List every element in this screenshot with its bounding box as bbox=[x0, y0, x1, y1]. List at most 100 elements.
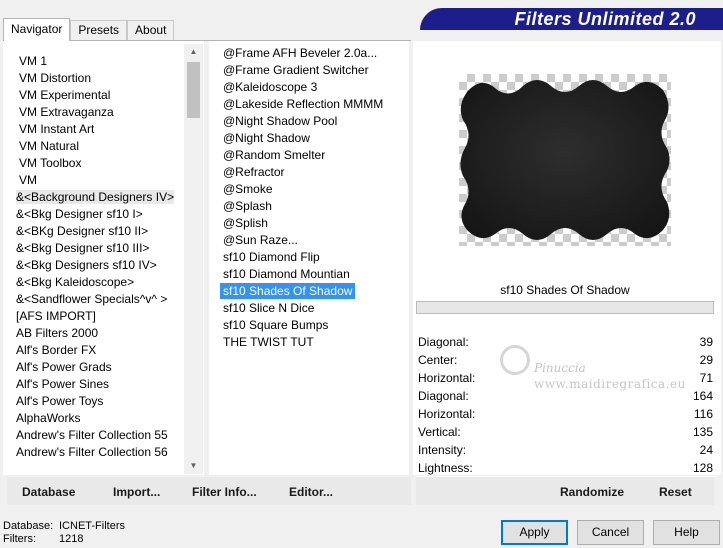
category-list-pane[interactable]: VM 1 VM Distortion VM Experimental VM Extra… bbox=[3, 41, 204, 475]
category-item[interactable]: Alf's Border FX bbox=[16, 342, 174, 359]
filter-item[interactable]: @Random Smelter bbox=[220, 147, 386, 164]
parameter-row[interactable]: Vertical: 135 bbox=[416, 423, 714, 441]
filter-item[interactable]: sf10 Diamond Mountian bbox=[220, 266, 386, 283]
category-item[interactable]: &<Bkg Designers sf10 IV> bbox=[16, 257, 174, 274]
database-button[interactable]: Database bbox=[22, 477, 75, 507]
parameter-row[interactable]: Horizontal: 71 bbox=[416, 369, 714, 387]
category-item[interactable]: VM bbox=[16, 172, 174, 189]
tab-navigator[interactable]: Navigator bbox=[3, 18, 71, 41]
cancel-button[interactable]: Cancel bbox=[577, 520, 644, 545]
editor-button[interactable]: Editor... bbox=[289, 477, 333, 507]
category-label: &<Sandflower Specials^v^ > bbox=[16, 292, 168, 306]
parameter-value[interactable]: 29 bbox=[700, 351, 713, 369]
filter-item[interactable]: @Refractor bbox=[220, 164, 386, 181]
category-item[interactable]: [AFS IMPORT] bbox=[16, 308, 174, 325]
category-label: &<Bkg Designer sf10 III> bbox=[16, 241, 150, 255]
parameter-row[interactable]: Diagonal: 164 bbox=[416, 387, 714, 405]
tab-about[interactable]: About bbox=[127, 20, 175, 41]
app-title: Filters Unlimited 2.0 bbox=[514, 9, 696, 29]
scroll-up-arrow-icon[interactable]: ▲ bbox=[184, 44, 203, 60]
category-item[interactable]: VM Toolbox bbox=[16, 155, 174, 172]
filter-list[interactable]: @Frame AFH Beveler 2.0a... @Frame Gradien… bbox=[220, 45, 386, 351]
category-item[interactable]: VM Experimental bbox=[16, 87, 174, 104]
reset-button[interactable]: Reset bbox=[659, 477, 692, 507]
filter-item[interactable]: @Night Shadow Pool bbox=[220, 113, 386, 130]
filter-item[interactable]: @Kaleidoscope 3 bbox=[220, 79, 386, 96]
category-item[interactable]: AB Filters 2000 bbox=[16, 325, 174, 342]
category-label: &<Bkg Designer sf10 I> bbox=[16, 207, 143, 221]
category-item[interactable]: VM Distortion bbox=[16, 70, 174, 87]
randomize-button[interactable]: Randomize bbox=[560, 477, 624, 507]
filter-item[interactable]: @Sun Raze... bbox=[220, 232, 386, 249]
category-label: VM Natural bbox=[19, 139, 80, 153]
status-database: Database: ICNET-Filters bbox=[3, 520, 125, 533]
filter-item[interactable]: THE TWIST TUT bbox=[220, 334, 386, 351]
parameter-row[interactable]: Center: 29 bbox=[416, 351, 714, 369]
category-item[interactable]: Alf's Power Toys bbox=[16, 393, 174, 410]
category-label: Andrew's Filter Collection 56 bbox=[16, 445, 168, 459]
filter-item[interactable]: @Lakeside Reflection MMMM bbox=[220, 96, 386, 113]
filter-item[interactable]: @Frame Gradient Switcher bbox=[220, 62, 386, 79]
navigator-button-bar: Database Import... Filter Info... Editor… bbox=[7, 477, 411, 505]
parameter-row[interactable]: Horizontal: 116 bbox=[416, 405, 714, 423]
parameter-label: Horizontal: bbox=[418, 371, 476, 385]
category-item[interactable]: VM Extravaganza bbox=[16, 104, 174, 121]
filter-item[interactable]: @Frame AFH Beveler 2.0a... bbox=[220, 45, 386, 62]
selected-filter-name: sf10 Shades Of Shadow bbox=[500, 283, 630, 297]
filter-item[interactable]: @Splash bbox=[220, 198, 386, 215]
parameter-value[interactable]: 135 bbox=[693, 423, 713, 441]
category-label: Alf's Border FX bbox=[16, 343, 97, 357]
filter-list-pane[interactable]: @Frame AFH Beveler 2.0a... @Frame Gradien… bbox=[209, 41, 409, 475]
import-button[interactable]: Import... bbox=[113, 477, 160, 507]
category-item[interactable]: Andrew's Filter Collection 56 bbox=[16, 444, 174, 461]
parameter-label: Center: bbox=[418, 353, 458, 367]
filter-item[interactable]: sf10 Square Bumps bbox=[220, 317, 386, 334]
parameter-label: Lightness: bbox=[418, 461, 473, 475]
filter-item[interactable]: @Smoke bbox=[220, 181, 386, 198]
apply-button[interactable]: Apply bbox=[501, 520, 568, 545]
scroll-thumb[interactable] bbox=[187, 62, 200, 118]
progress-bar bbox=[416, 301, 714, 314]
category-item[interactable]: VM 1 bbox=[16, 53, 174, 70]
category-item[interactable]: &<BKg Designer sf10 II> bbox=[16, 223, 174, 240]
parameter-label: Vertical: bbox=[418, 425, 461, 439]
category-label: &<Bkg Kaleidoscope> bbox=[16, 275, 135, 289]
filter-item[interactable]: sf10 Shades Of Shadow bbox=[220, 283, 386, 300]
parameter-value[interactable]: 128 bbox=[693, 459, 713, 477]
category-label: AB Filters 2000 bbox=[16, 326, 99, 340]
scroll-down-arrow-icon[interactable]: ▼ bbox=[184, 458, 203, 474]
filter-label: @Kaleidoscope 3 bbox=[223, 80, 318, 94]
filter-item[interactable]: sf10 Diamond Flip bbox=[220, 249, 386, 266]
filter-item[interactable]: sf10 Slice N Dice bbox=[220, 300, 386, 317]
category-item[interactable]: AlphaWorks bbox=[16, 410, 174, 427]
category-item[interactable]: Andrew's Filter Collection 55 bbox=[16, 427, 174, 444]
filter-item[interactable]: @Night Shadow bbox=[220, 130, 386, 147]
parameter-row[interactable]: Diagonal: 39 bbox=[416, 333, 714, 351]
tab-presets[interactable]: Presets bbox=[70, 20, 128, 41]
category-item[interactable]: &<Sandflower Specials^v^ > bbox=[16, 291, 174, 308]
help-button[interactable]: Help bbox=[653, 520, 720, 545]
category-item[interactable]: Alf's Power Sines bbox=[16, 376, 174, 393]
category-item[interactable]: &<Bkg Designer sf10 III> bbox=[16, 240, 174, 257]
parameter-value[interactable]: 164 bbox=[693, 387, 713, 405]
category-item[interactable]: &<Background Designers IV> bbox=[16, 189, 175, 206]
category-label: VM Distortion bbox=[19, 71, 92, 85]
category-list[interactable]: VM 1 VM Distortion VM Experimental VM Extra… bbox=[16, 53, 175, 461]
category-item[interactable]: &<Bkg Kaleidoscope> bbox=[16, 274, 174, 291]
parameter-row[interactable]: Lightness: 128 bbox=[416, 459, 714, 477]
parameter-value[interactable]: 39 bbox=[700, 333, 713, 351]
category-item[interactable]: VM Natural bbox=[16, 138, 174, 155]
parameter-value[interactable]: 71 bbox=[700, 369, 713, 387]
category-label: Alf's Power Sines bbox=[16, 377, 109, 391]
filter-item[interactable]: @Splish bbox=[220, 215, 386, 232]
filter-label: @Lakeside Reflection MMMM bbox=[223, 97, 384, 111]
category-item[interactable]: VM Instant Art bbox=[16, 121, 174, 138]
parameter-value[interactable]: 24 bbox=[700, 441, 713, 459]
parameter-row[interactable]: Intensity: 24 bbox=[416, 441, 714, 459]
category-scrollbar[interactable]: ▲ ▼ bbox=[184, 44, 203, 474]
category-item[interactable]: &<Bkg Designer sf10 I> bbox=[16, 206, 174, 223]
filter-info-button[interactable]: Filter Info... bbox=[192, 477, 257, 507]
status-filters: Filters: 1218 bbox=[3, 533, 83, 546]
parameter-value[interactable]: 116 bbox=[694, 405, 713, 423]
category-item[interactable]: Alf's Power Grads bbox=[16, 359, 174, 376]
